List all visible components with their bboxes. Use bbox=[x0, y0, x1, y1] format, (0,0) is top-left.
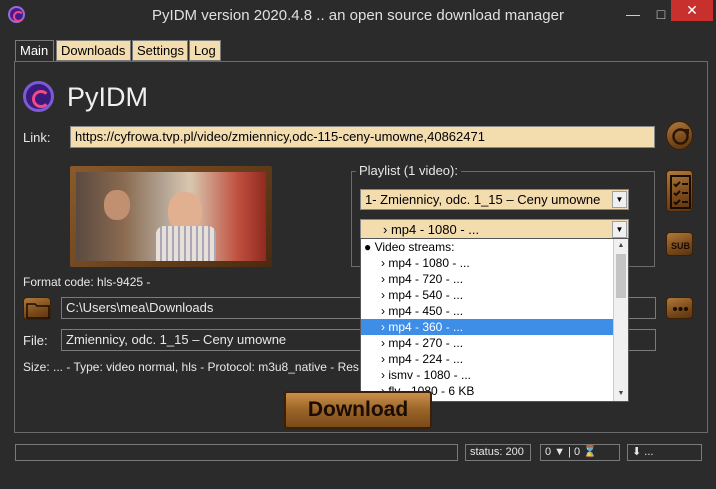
refresh-icon[interactable] bbox=[666, 121, 693, 150]
more-options-icon[interactable] bbox=[666, 297, 693, 319]
subtitles-icon[interactable]: SUB bbox=[666, 232, 693, 256]
tab-downloads[interactable]: Downloads bbox=[56, 40, 131, 61]
download-button[interactable]: Download bbox=[284, 391, 432, 429]
minimize-button[interactable]: — bbox=[620, 4, 646, 24]
link-label: Link: bbox=[23, 130, 51, 145]
tab-settings[interactable]: Settings bbox=[132, 40, 188, 61]
dropdown-scrollbar[interactable]: ▲ ▼ bbox=[613, 239, 628, 401]
list-item[interactable]: › mp4 - 540 - ... bbox=[361, 287, 628, 303]
scroll-up-icon[interactable]: ▲ bbox=[614, 239, 628, 253]
logo-icon bbox=[23, 81, 54, 112]
list-item[interactable]: › mp4 - 270 - ... bbox=[361, 335, 628, 351]
download-info: Size: ... - Type: video normal, hls - Pr… bbox=[23, 360, 359, 374]
scroll-down-icon[interactable]: ▼ bbox=[614, 387, 628, 401]
list-item[interactable]: › mp4 - 720 - ... bbox=[361, 271, 628, 287]
tab-main[interactable]: Main bbox=[15, 40, 54, 62]
list-item[interactable]: › mp4 - 1080 - ... bbox=[361, 255, 628, 271]
download-speed: ⬇ ... bbox=[627, 444, 702, 461]
svg-text:SUB: SUB bbox=[671, 241, 691, 251]
chevron-down-icon[interactable]: ▼ bbox=[612, 221, 627, 238]
tab-log[interactable]: Log bbox=[189, 40, 221, 61]
status-code: status: 200 bbox=[465, 444, 531, 461]
title-bar: PyIDM version 2020.4.8 .. an open source… bbox=[0, 0, 716, 31]
stream-select[interactable]: › mp4 - 1080 - ... ▼ bbox=[360, 219, 629, 240]
queue-counters: 0 ▼ | 0 ⌛ bbox=[540, 444, 620, 461]
logo-text: PyIDM bbox=[67, 82, 148, 112]
stream-dropdown-list: ● Video streams: › mp4 - 1080 - ... › mp… bbox=[360, 238, 629, 402]
file-label: File: bbox=[23, 333, 48, 348]
format-code: Format code: hls-9425 - bbox=[23, 275, 151, 289]
video-thumbnail bbox=[70, 166, 272, 267]
window-title: PyIDM version 2020.4.8 .. an open source… bbox=[152, 7, 564, 24]
stream-select-value: › mp4 - 1080 - ... bbox=[383, 222, 480, 237]
dropdown-header: ● Video streams: bbox=[364, 240, 455, 254]
checklist-icon[interactable] bbox=[666, 170, 693, 212]
list-item[interactable]: › ismv - 1080 - ... bbox=[361, 367, 628, 383]
chevron-down-icon[interactable]: ▼ bbox=[612, 191, 627, 208]
playlist-video-value: 1- Zmiennicy, odc. 1_15 – Ceny umowne bbox=[365, 192, 601, 207]
playlist-legend: Playlist (1 video): bbox=[356, 163, 461, 178]
folder-icon[interactable] bbox=[23, 297, 51, 320]
list-item[interactable]: › mp4 - 224 - ... bbox=[361, 351, 628, 367]
progress-bar bbox=[15, 444, 458, 461]
scrollbar-thumb[interactable] bbox=[616, 254, 626, 298]
playlist-video-select[interactable]: 1- Zmiennicy, odc. 1_15 – Ceny umowne ▼ bbox=[360, 189, 629, 210]
close-button[interactable]: ✕ bbox=[671, 0, 713, 21]
link-input[interactable]: https://cyfrowa.tvp.pl/video/zmiennicy,o… bbox=[70, 126, 655, 148]
list-item-selected[interactable]: › mp4 - 360 - ... bbox=[361, 319, 628, 335]
list-item[interactable]: › mp4 - 450 - ... bbox=[361, 303, 628, 319]
